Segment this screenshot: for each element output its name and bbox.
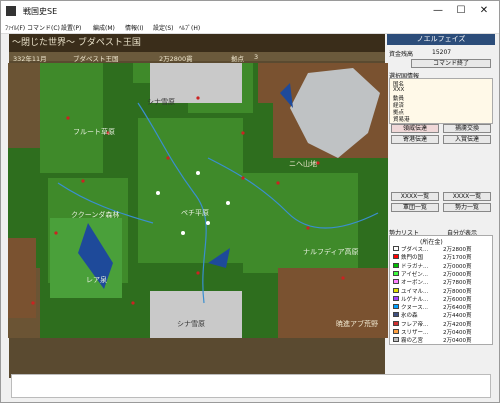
force-name: 鉄門の国	[401, 255, 424, 262]
force-name: ユイマル...	[401, 288, 429, 295]
force-row[interactable]: 氷の森 2万4400貫	[393, 311, 493, 319]
force-color-swatch	[393, 295, 399, 301]
close-icon[interactable]: ✕	[473, 4, 495, 18]
force-name: 霧の乙宮	[401, 338, 424, 345]
scenario-title: ～閉じた世界～ ブダペスト王国	[12, 38, 141, 48]
list-button-b[interactable]: XXXX一覧	[443, 192, 491, 201]
menu-setup[interactable]: 設置(P)	[61, 23, 81, 32]
prisoner-exchange-button[interactable]: 捕虜交換	[443, 124, 491, 133]
region-label-flute: フルート草原	[73, 128, 115, 136]
force-list-button[interactable]: 勢力一覧	[443, 203, 491, 212]
force-name: ドラガナ...	[401, 263, 429, 270]
region-label-spring: レア泉	[86, 276, 107, 284]
force-money: 2万7800貫	[443, 280, 472, 287]
force-money: 2万6000貫	[443, 296, 472, 303]
force-row[interactable]: ブダペス... 2万2800貫	[393, 245, 493, 253]
force-money: 2万0400貫	[443, 330, 472, 336]
side-panel: ノエルフェイズ 資金残高 15207 コマンド終了 選択国情報 国名 XXX 動…	[387, 34, 495, 374]
force-name: スリザー...	[401, 330, 429, 336]
force-row[interactable]: ドラガナ... 2万0000貫	[393, 262, 493, 270]
current-date: 332年11月	[13, 55, 47, 63]
force-color-swatch	[393, 320, 399, 326]
window-title: 戦国史SE	[23, 7, 58, 16]
force-name: ルゲナル...	[401, 296, 429, 303]
funds-value: 15207	[432, 49, 452, 56]
force-row[interactable]: 鉄門の国 2万1700貫	[393, 253, 493, 261]
region-label-forest: ククーンダ森林	[71, 211, 120, 219]
force-money: 2万0000貫	[443, 271, 472, 278]
list-button-a[interactable]: XXXX一覧	[391, 192, 439, 201]
force-color-swatch	[393, 262, 399, 268]
region-label-highland: ナルフディア高原	[303, 248, 359, 256]
funds-label: 資金残高	[389, 51, 414, 58]
money-display: 2万2800貫	[159, 55, 193, 63]
force-name: アイゼン...	[401, 271, 428, 278]
base-count: 3	[254, 53, 259, 61]
app-window: 戦国史SE — ☐ ✕ ﾌｧｲﾙ(F) コマンド(C) 設置(P) 編成(M) …	[0, 0, 500, 403]
force-color-swatch	[393, 337, 399, 343]
force-name: フレア帝...	[401, 321, 429, 328]
scenario-header: ～閉じた世界～ ブダペスト王国	[9, 34, 385, 52]
force-list-box: (所在金) ブダペス... 2万2800貫 鉄門の国 2万1700貫 ドラガナ... 2万…	[389, 235, 493, 345]
info-line: XXX	[393, 87, 405, 93]
army-list-button[interactable]: 軍団一覧	[391, 203, 439, 212]
force-row[interactable]: 霧の乙宮 2万0400貫	[393, 336, 493, 344]
maximize-icon[interactable]: ☐	[450, 4, 472, 18]
menu-bar: ﾌｧｲﾙ(F) コマンド(C) 設置(P) 編成(M) 情報(I) 設定(S) …	[1, 21, 499, 34]
menu-help[interactable]: ﾍﾙﾌﾟ(H)	[179, 23, 200, 32]
minimize-icon[interactable]: —	[427, 4, 449, 18]
force-money: 2万8000貫	[443, 288, 472, 295]
force-color-swatch	[393, 270, 399, 276]
force-row[interactable]: ルゲナル... 2万6000貫	[393, 295, 493, 303]
nation-info-box: 国名 XXX 動員 経済 拠点 貿易港	[389, 78, 493, 124]
force-money: 2万0000貫	[443, 263, 472, 270]
force-money: 2万0400貫	[443, 338, 472, 345]
app-icon	[6, 6, 16, 16]
region-label-north-snow: シナ雪原	[147, 98, 175, 106]
region-label-plain: ペチ平原	[181, 209, 209, 217]
force-color-swatch	[393, 312, 399, 318]
force-row[interactable]: オーボン... 2万7800貫	[393, 278, 493, 286]
force-color-swatch	[393, 246, 399, 251]
current-nation: ブダペスト王国	[73, 55, 119, 63]
title-bar[interactable]: 戦国史SE — ☐ ✕	[1, 1, 499, 21]
force-row[interactable]: アイゼン... 2万0000貫	[393, 270, 493, 278]
force-name: オーボン...	[401, 280, 429, 287]
special-button[interactable]: 領威伝達	[391, 124, 439, 133]
force-color-swatch	[393, 304, 399, 310]
force-color-swatch	[393, 279, 399, 285]
force-money: 2万4400貫	[443, 313, 472, 320]
force-money: 2万4200貫	[443, 321, 472, 328]
force-money: 2万2800貫	[443, 247, 472, 253]
status-strip: 332年11月 ブダペスト王国 2万2800貫 拠点 3	[9, 52, 385, 63]
force-money: 2万1700貫	[443, 255, 472, 262]
end-command-button[interactable]: コマンド終了	[411, 59, 491, 68]
force-color-swatch	[393, 329, 399, 334]
menu-settings[interactable]: 設定(S)	[153, 23, 174, 32]
force-row[interactable]: クヌース... 2万6400貫	[393, 303, 493, 311]
force-money: 2万6400貫	[443, 305, 472, 312]
phase-title: ノエルフェイズ	[387, 34, 495, 45]
port-button[interactable]: 寄港伝達	[391, 135, 439, 144]
award-button[interactable]: 入賞伝達	[443, 135, 491, 144]
force-row[interactable]: フレア帝... 2万4200貫	[393, 320, 493, 328]
world-map[interactable]	[8, 63, 388, 338]
force-name: クヌース...	[401, 305, 428, 312]
menu-info[interactable]: 情報(I)	[125, 23, 143, 32]
menu-file[interactable]: ﾌｧｲﾙ(F)	[5, 23, 25, 32]
menu-organize[interactable]: 編成(M)	[93, 23, 115, 32]
region-label-south-snow: シナ雪原	[177, 320, 205, 328]
base-label: 拠点	[231, 55, 244, 63]
region-label-nihe: ニヘ山地	[289, 160, 317, 168]
force-color-swatch	[393, 287, 399, 293]
force-color-swatch	[393, 254, 399, 260]
force-name: 氷の森	[401, 313, 418, 320]
force-row[interactable]: スリザー... 2万0400貫	[393, 328, 493, 336]
force-row[interactable]: ユイマル... 2万8000貫	[393, 287, 493, 295]
force-name: ブダペス...	[401, 247, 429, 253]
menu-command[interactable]: コマンド(C)	[27, 23, 60, 32]
message-bar	[11, 374, 491, 398]
info-line: 貿易港	[393, 117, 410, 123]
region-label-wasteland: 暁進アブ荒野	[336, 320, 378, 328]
